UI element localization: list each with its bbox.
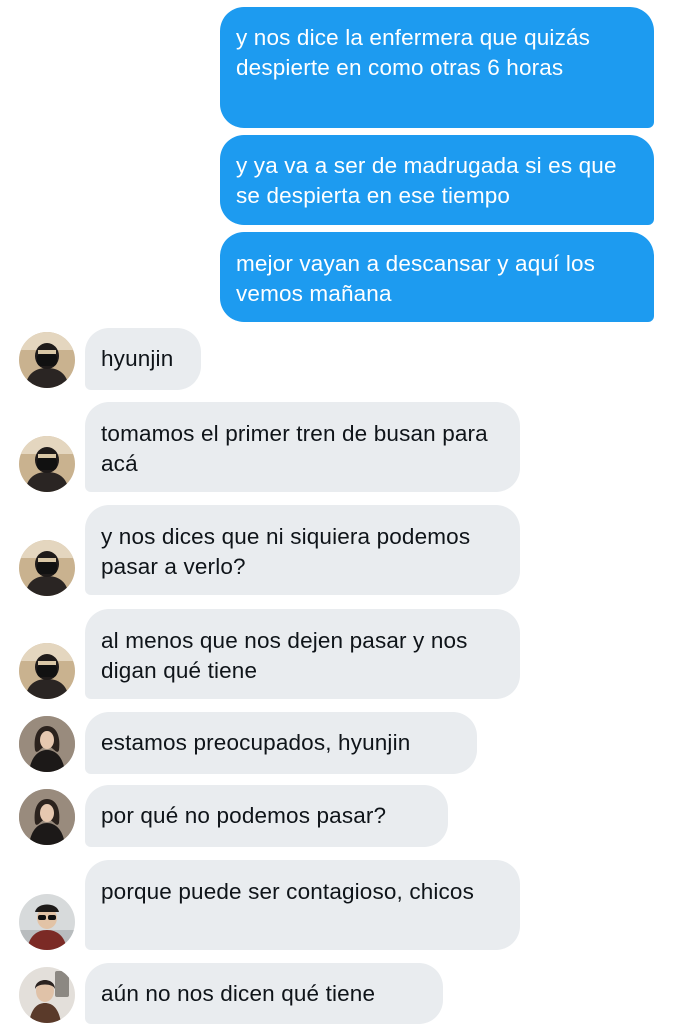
message-text: estamos preocupados, hyunjin	[101, 730, 411, 755]
received-message-bubble[interactable]: porque puede ser contagioso, chicos	[85, 860, 520, 950]
received-message-bubble[interactable]: al menos que nos dejen pasar y nos digan…	[85, 609, 520, 699]
mirror-selfie-avatar[interactable]	[19, 967, 75, 1023]
message-text: por qué no podemos pasar?	[101, 803, 387, 828]
received-message-bubble[interactable]: estamos preocupados, hyunjin	[85, 712, 477, 774]
received-message-bubble[interactable]: hyunjin	[85, 328, 201, 390]
received-message-bubble[interactable]: tomamos el primer tren de busan para acá	[85, 402, 520, 492]
received-message-bubble[interactable]: aún no nos dicen qué tiene	[85, 963, 443, 1024]
long-hair-person-avatar[interactable]	[19, 789, 75, 845]
masked-person-avatar[interactable]	[19, 643, 75, 699]
sent-message-bubble[interactable]: mejor vayan a descansar y aquí los vemos…	[220, 232, 654, 322]
received-message-bubble[interactable]: por qué no podemos pasar?	[85, 785, 448, 847]
sent-message-bubble[interactable]: y ya va a ser de madrugada si es que se …	[220, 135, 654, 225]
message-text: y ya va a ser de madrugada si es que se …	[236, 153, 617, 208]
long-hair-person-avatar[interactable]	[19, 716, 75, 772]
message-text: aún no nos dicen qué tiene	[101, 981, 376, 1006]
message-text: al menos que nos dejen pasar y nos digan…	[101, 628, 468, 683]
message-text: hyunjin	[101, 346, 174, 371]
message-text: y nos dices que ni siquiera podemos pasa…	[101, 524, 471, 579]
sent-message-bubble[interactable]: y nos dice la enfermera que quizás despi…	[220, 7, 654, 128]
masked-person-avatar[interactable]	[19, 540, 75, 596]
masked-person-avatar[interactable]	[19, 332, 75, 388]
masked-person-avatar[interactable]	[19, 436, 75, 492]
sunglasses-person-avatar[interactable]	[19, 894, 75, 950]
message-text: porque puede ser contagioso, chicos	[101, 879, 474, 904]
message-text: tomamos el primer tren de busan para acá	[101, 421, 488, 476]
message-thread: y nos dice la enfermera que quizás despi…	[0, 0, 674, 1024]
received-message-bubble[interactable]: y nos dices que ni siquiera podemos pasa…	[85, 505, 520, 595]
message-text: y nos dice la enfermera que quizás despi…	[236, 25, 591, 80]
message-text: mejor vayan a descansar y aquí los vemos…	[236, 251, 596, 306]
